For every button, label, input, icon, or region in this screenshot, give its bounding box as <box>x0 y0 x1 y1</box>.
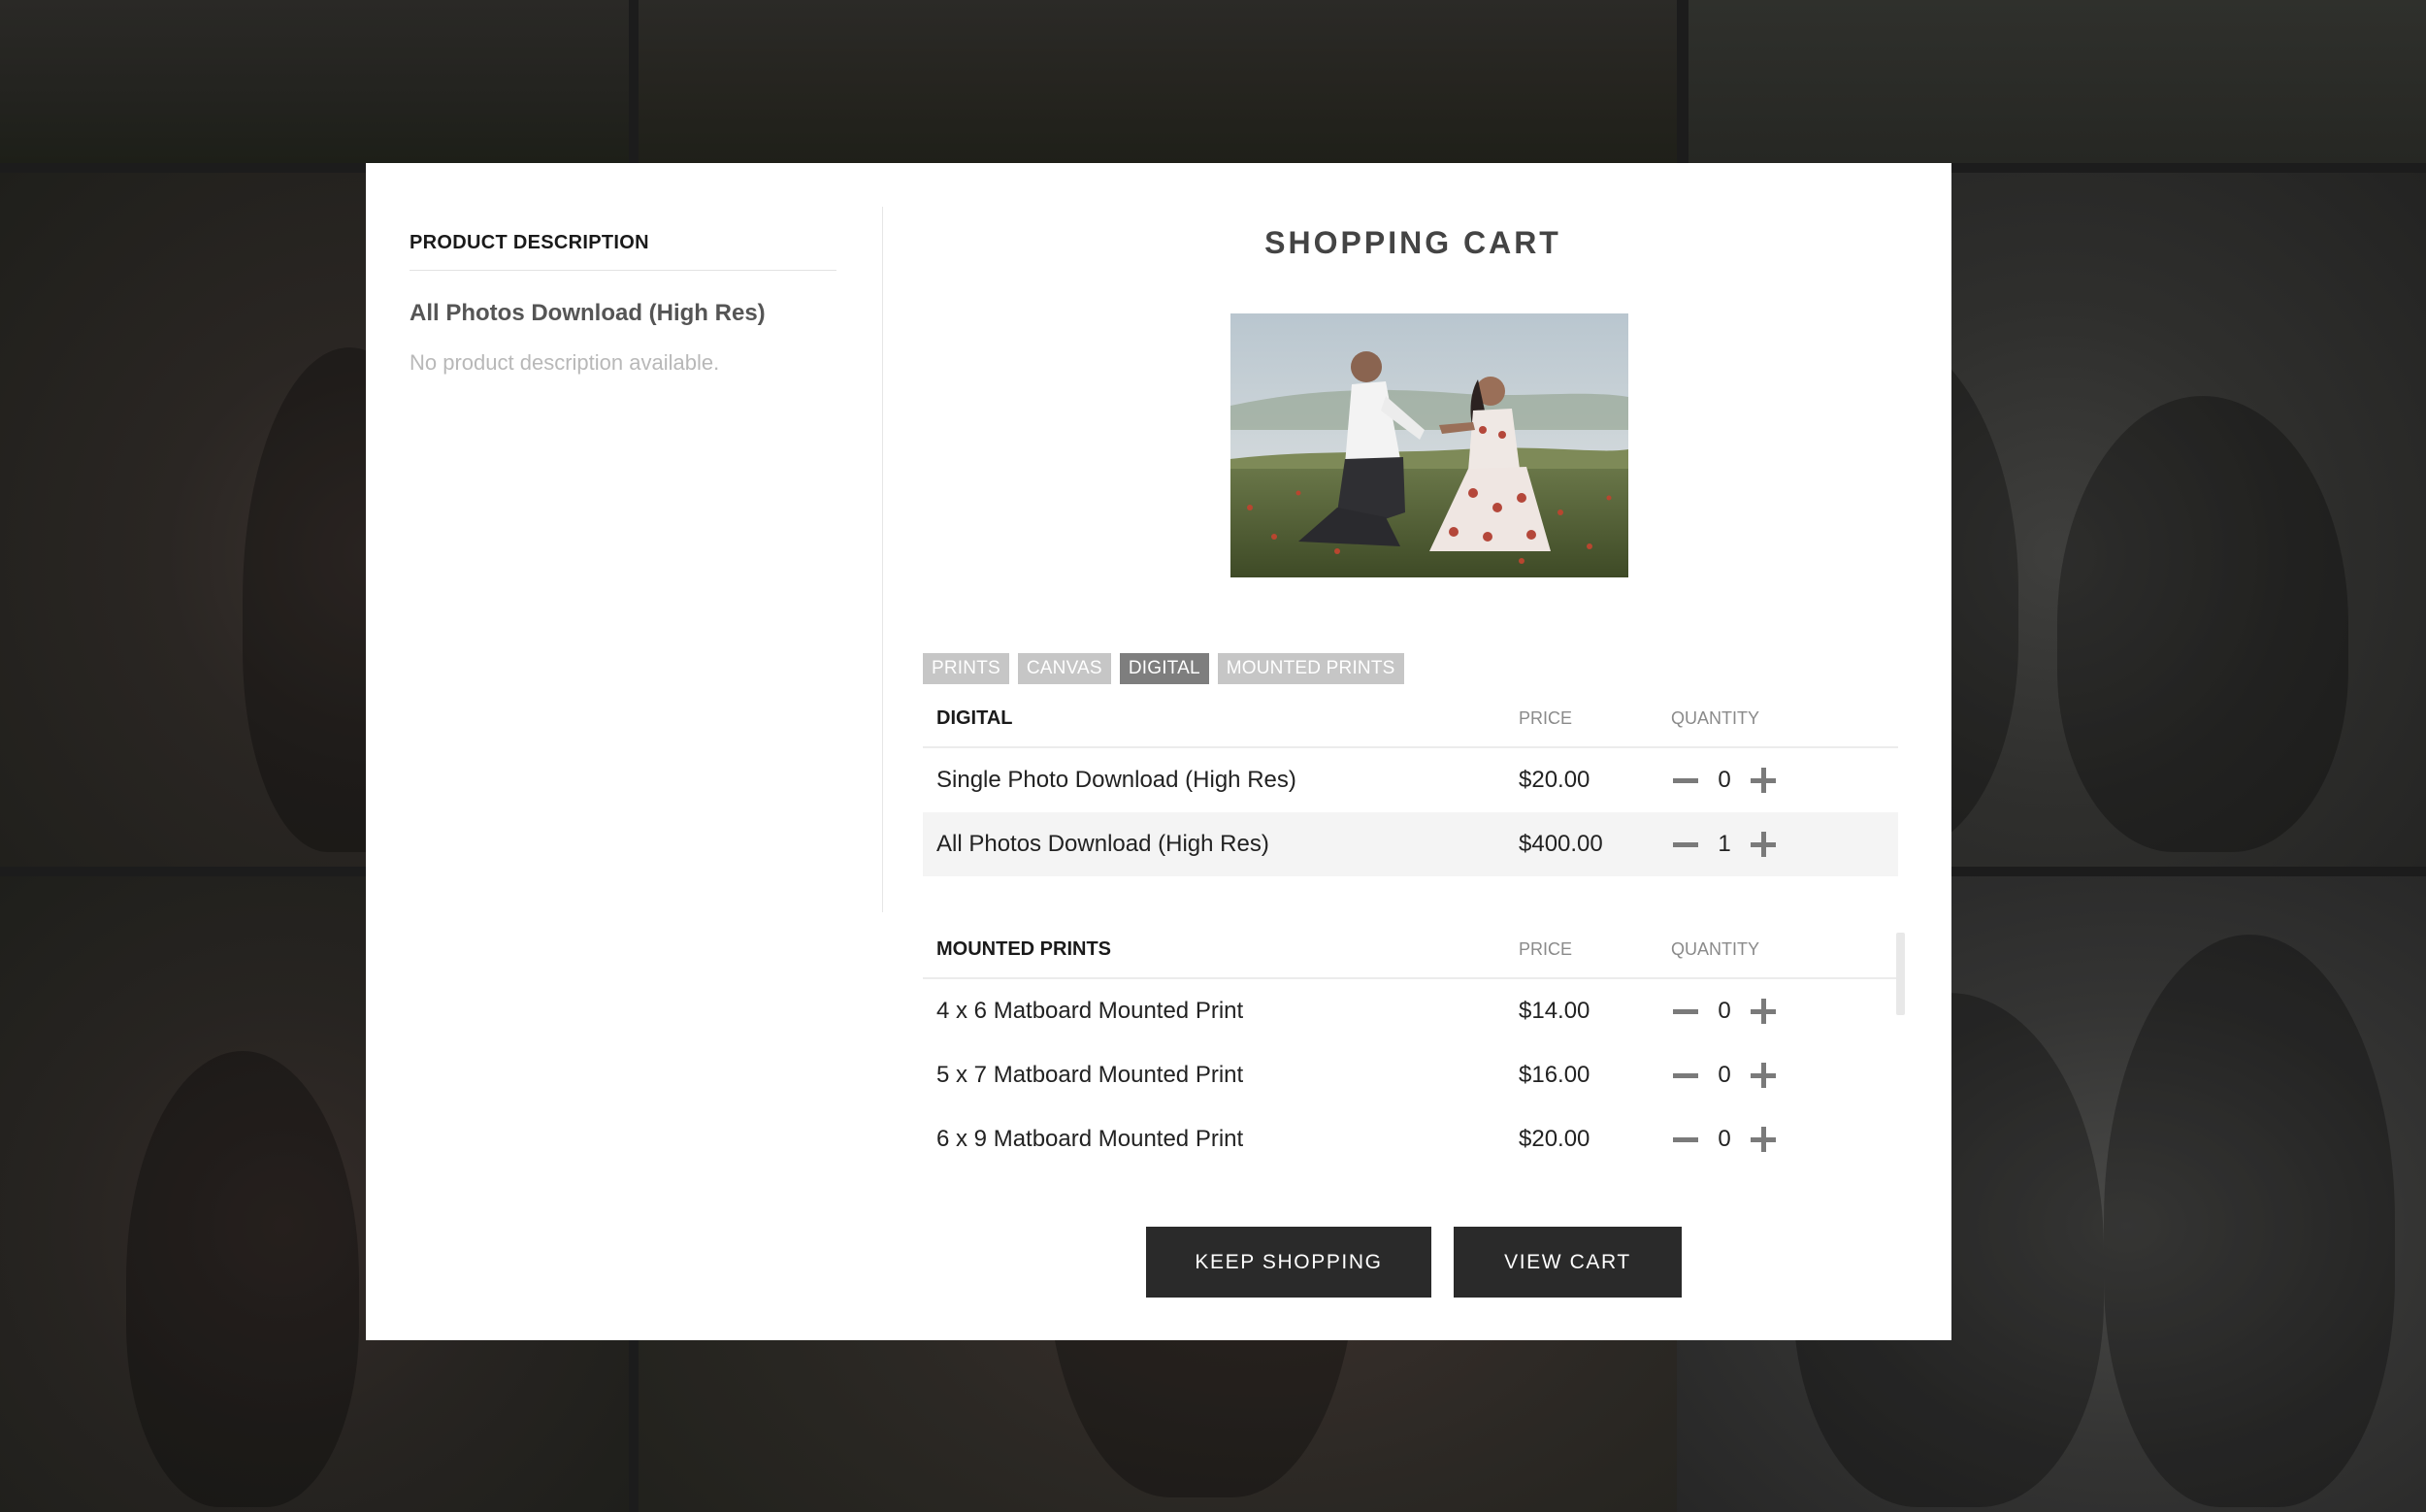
section-header: MOUNTED PRINTS PRICE QUANTITY <box>923 921 1898 979</box>
cart-item-row: Single Photo Download (High Res) $20.00 … <box>923 748 1898 812</box>
product-description-heading: PRODUCT DESCRIPTION <box>410 232 836 271</box>
item-name: 5 x 7 Matboard Mounted Print <box>936 1062 1244 1088</box>
product-description-panel: PRODUCT DESCRIPTION All Photos Download … <box>410 207 836 376</box>
view-cart-button[interactable]: VIEW CART <box>1454 1227 1682 1298</box>
plus-icon[interactable] <box>1749 997 1778 1026</box>
tab-mounted-prints[interactable]: MOUNTED PRINTS <box>1217 653 1404 684</box>
shopping-cart-modal: PRODUCT DESCRIPTION All Photos Download … <box>366 163 1951 1340</box>
quantity-value: 0 <box>1718 1062 1731 1088</box>
cart-title: SHOPPING CART <box>1264 225 1561 260</box>
tab-digital[interactable]: DIGITAL <box>1119 653 1209 684</box>
plus-icon[interactable] <box>1749 1125 1778 1154</box>
gallery-photo <box>639 0 1677 163</box>
item-price: $16.00 <box>1519 1062 1590 1088</box>
item-price: $20.00 <box>1519 767 1590 793</box>
product-description-text: No product description available. <box>410 350 720 375</box>
item-price: $20.00 <box>1519 1126 1590 1152</box>
quantity-column-header: QUANTITY <box>1671 938 1760 959</box>
item-price: $400.00 <box>1519 831 1603 857</box>
keep-shopping-button[interactable]: KEEP SHOPPING <box>1146 1227 1431 1298</box>
gallery-photo <box>0 0 629 163</box>
price-column-header: PRICE <box>1519 707 1573 728</box>
cart-item-row: All Photos Download (High Res) $400.00 1 <box>923 812 1898 876</box>
item-name: 6 x 9 Matboard Mounted Print <box>936 1126 1244 1152</box>
section-header: DIGITAL PRICE QUANTITY <box>923 690 1898 748</box>
product-photo-image <box>1230 313 1628 577</box>
cart-item-row: 6 x 9 Matboard Mounted Print $20.00 0 <box>923 1107 1898 1171</box>
section-title: DIGITAL <box>936 707 1013 729</box>
quantity-value: 1 <box>1718 831 1731 857</box>
plus-icon[interactable] <box>1749 830 1778 859</box>
item-name: Single Photo Download (High Res) <box>936 767 1296 793</box>
column-divider <box>882 207 883 912</box>
quantity-column-header: QUANTITY <box>1671 707 1760 728</box>
quantity-stepper: 0 <box>1671 766 1778 795</box>
category-tabs: PRINTS CANVAS DIGITAL MOUNTED PRINTS <box>923 653 1404 684</box>
tab-canvas[interactable]: CANVAS <box>1017 653 1111 684</box>
minus-icon[interactable] <box>1671 830 1700 859</box>
product-photo <box>1230 313 1628 577</box>
tab-prints[interactable]: PRINTS <box>923 653 1009 684</box>
section-digital: DIGITAL PRICE QUANTITY Single Photo Down… <box>923 690 1898 876</box>
quantity-value: 0 <box>1718 767 1731 793</box>
quantity-value: 0 <box>1718 1126 1731 1152</box>
minus-icon[interactable] <box>1671 766 1700 795</box>
cart-item-row: 4 x 6 Matboard Mounted Print $14.00 0 <box>923 979 1898 1043</box>
cart-item-row: 5 x 7 Matboard Mounted Print $16.00 0 <box>923 1043 1898 1107</box>
quantity-value: 0 <box>1718 998 1731 1024</box>
section-title: MOUNTED PRINTS <box>936 937 1111 960</box>
item-name: All Photos Download (High Res) <box>936 831 1269 857</box>
item-price: $14.00 <box>1519 998 1590 1024</box>
product-name: All Photos Download (High Res) <box>410 300 766 326</box>
quantity-stepper: 0 <box>1671 1125 1778 1154</box>
quantity-stepper: 0 <box>1671 1061 1778 1090</box>
quantity-stepper: 1 <box>1671 830 1778 859</box>
plus-icon[interactable] <box>1749 766 1778 795</box>
action-buttons: KEEP SHOPPING VIEW CART <box>1146 1227 1682 1298</box>
minus-icon[interactable] <box>1671 997 1700 1026</box>
minus-icon[interactable] <box>1671 1125 1700 1154</box>
item-name: 4 x 6 Matboard Mounted Print <box>936 998 1244 1024</box>
price-column-header: PRICE <box>1519 938 1573 959</box>
plus-icon[interactable] <box>1749 1061 1778 1090</box>
quantity-stepper: 0 <box>1671 997 1778 1026</box>
gallery-photo <box>1688 0 2426 163</box>
minus-icon[interactable] <box>1671 1061 1700 1090</box>
section-mounted-prints: MOUNTED PRINTS PRICE QUANTITY 4 x 6 Matb… <box>923 921 1898 1171</box>
cart-scrollbar[interactable] <box>1896 933 1905 1015</box>
